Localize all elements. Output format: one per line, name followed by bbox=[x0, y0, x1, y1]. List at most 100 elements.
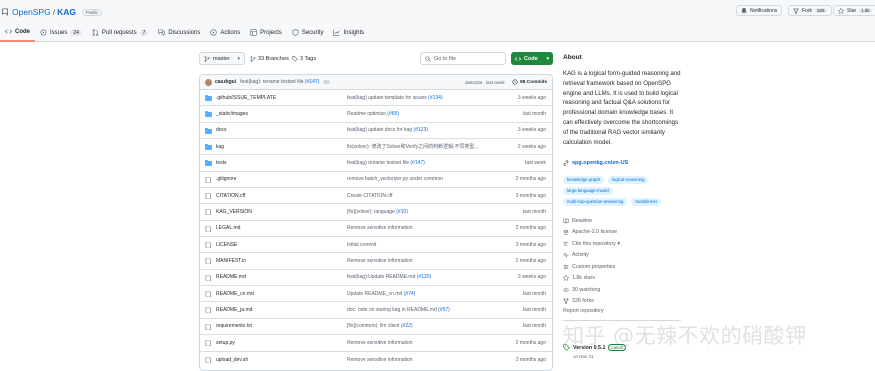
file-commit-message[interactable]: feat(kag) update docs for kag (#123) bbox=[347, 127, 497, 133]
file-commit-message[interactable]: doc: note on staring kag in README.md (#… bbox=[347, 307, 497, 313]
file-commit-message[interactable]: feat(kag) rename testset file (#147) bbox=[347, 160, 497, 166]
star-button[interactable]: Star 1.8k bbox=[833, 5, 875, 16]
repo-meta-item[interactable]: Cite this repository ▾ bbox=[563, 238, 681, 250]
branch-select[interactable]: master ▾ bbox=[199, 52, 245, 65]
file-commit-time: last month bbox=[522, 323, 546, 330]
file-commit-message[interactable]: Readme optimize (#65) bbox=[347, 111, 497, 117]
file-commit-pr-link[interactable]: (#74) bbox=[404, 291, 416, 297]
avatar[interactable] bbox=[205, 78, 212, 86]
commit-hash[interactable]: da6232e bbox=[465, 80, 483, 85]
repo-owner-link[interactable]: OpenSPG bbox=[12, 7, 51, 17]
go-to-file-input[interactable]: Go to file bbox=[420, 52, 506, 65]
commit-message[interactable]: feat(kag): rename testset file (#147) bbox=[240, 79, 319, 85]
file-commit-pr-link[interactable]: (#10) bbox=[396, 209, 408, 215]
release-item[interactable]: Version 0.5.1 Latest bbox=[563, 344, 627, 351]
report-repository-link[interactable]: Report repository bbox=[563, 308, 604, 314]
file-icon bbox=[205, 307, 211, 314]
file-commit-pr-link[interactable]: (#57) bbox=[438, 307, 450, 313]
file-commit-time: last month bbox=[522, 307, 546, 314]
file-commit-message[interactable]: [fix](solver): language (#10) bbox=[347, 209, 497, 215]
repo-meta-item[interactable]: Custom properties bbox=[563, 261, 681, 273]
tab-discussions[interactable]: Discussions bbox=[153, 25, 205, 40]
topic-tag[interactable]: multi-hop-question-answering bbox=[563, 198, 628, 206]
topic-tag[interactable]: logical-reasoning bbox=[607, 176, 649, 184]
file-commit-message[interactable]: Initial commit bbox=[347, 242, 497, 248]
tab-security[interactable]: Security bbox=[287, 25, 329, 40]
file-commit-message[interactable]: [fix](common): llm client (#22) bbox=[347, 323, 497, 329]
branches-link[interactable]: 33 Branches bbox=[250, 52, 289, 65]
file-commit-message[interactable]: fix(solver): 修改了Solver和Verify之间的判断逻辑,不同类… bbox=[347, 143, 497, 150]
topic-tag[interactable]: trustfulness bbox=[631, 198, 662, 206]
commit-author[interactable]: caszkgui bbox=[215, 79, 236, 85]
file-commit-text: fix(solver): 修改了Solver和Verify之间的判断逻辑,不同类… bbox=[347, 144, 479, 151]
file-name-link[interactable]: CITATION.cff bbox=[216, 193, 245, 199]
file-commit-pr-link[interactable]: (#147) bbox=[410, 160, 424, 166]
code-dropdown-button[interactable]: Code ▾ bbox=[511, 52, 553, 65]
tab-actions[interactable]: Actions bbox=[205, 25, 245, 40]
file-name-link[interactable]: README_cn.md bbox=[216, 291, 254, 297]
repo-meta-item[interactable]: 1.8k stars bbox=[563, 273, 681, 285]
tab-pull-requests[interactable]: Pull requests 7 bbox=[87, 25, 153, 40]
commit-pr-link[interactable]: (#147) bbox=[305, 79, 319, 85]
file-name-link[interactable]: KAG_VERSION bbox=[216, 209, 252, 215]
file-name-link[interactable]: README_ja.md bbox=[216, 307, 252, 313]
file-name-link[interactable]: .gitignore bbox=[216, 176, 237, 182]
branch-icon bbox=[250, 55, 256, 62]
tag-icon bbox=[292, 55, 298, 62]
file-icon bbox=[205, 242, 211, 249]
tab-code[interactable]: Code bbox=[0, 25, 35, 42]
repo-meta-item[interactable]: 30 watching bbox=[563, 284, 681, 296]
file-name-link[interactable]: docs bbox=[216, 127, 227, 133]
file-name-link[interactable]: _static/images bbox=[216, 111, 248, 117]
notifications-button[interactable]: Notifications bbox=[736, 5, 783, 16]
file-name-link[interactable]: README.md bbox=[216, 274, 246, 280]
repo-meta-item[interactable]: 326 forks bbox=[563, 296, 681, 308]
file-commit-pr-link[interactable]: (#134) bbox=[428, 95, 442, 101]
file-name-link[interactable]: upload_dev.sh bbox=[216, 357, 248, 363]
file-commit-pr-link[interactable]: (#22) bbox=[401, 323, 413, 329]
file-commit-message[interactable]: Remove sensitive information bbox=[347, 357, 497, 363]
chevron-down-icon: ▾ bbox=[237, 55, 240, 62]
tags-link[interactable]: 3 Tags bbox=[292, 52, 316, 65]
table-icon bbox=[250, 29, 257, 36]
fork-button[interactable]: Fork 326 bbox=[788, 5, 832, 16]
tab-issues[interactable]: Issues 24 bbox=[35, 25, 87, 40]
file-row: docs feat(kag) update docs for kag (#123)… bbox=[200, 123, 552, 140]
topic-tag[interactable]: large-language-model bbox=[563, 187, 613, 195]
file-commit-pr-link[interactable]: (#65) bbox=[387, 111, 399, 117]
repo-name-link[interactable]: KAG bbox=[57, 7, 76, 17]
chevron-down-icon: ▾ bbox=[546, 55, 549, 62]
tab-label: Pull requests bbox=[101, 29, 137, 36]
file-name-link[interactable]: kag bbox=[216, 144, 224, 150]
repo-meta-item[interactable]: Activity bbox=[563, 250, 681, 262]
file-icon bbox=[205, 209, 211, 216]
file-commit-message[interactable]: Remove sensitive information bbox=[347, 258, 497, 264]
file-commit-message[interactable]: Update README_cn.md (#74) bbox=[347, 291, 497, 297]
file-name-link[interactable]: LEGAL.md bbox=[216, 225, 240, 231]
file-commit-message[interactable]: Remove sensitive information bbox=[347, 225, 497, 231]
file-name-link[interactable]: .github/ISSUE_TEMPLATE bbox=[216, 95, 276, 101]
repo-meta-item[interactable]: Readme bbox=[563, 215, 681, 227]
file-commit-pr-link[interactable]: (#120) bbox=[417, 274, 431, 280]
file-commit-message[interactable]: remove batch_vectorizer.py under common bbox=[347, 176, 497, 182]
file-commit-text: Readme optimize bbox=[347, 111, 386, 118]
file-name-link[interactable]: tests bbox=[216, 160, 227, 166]
file-commit-message[interactable]: feat(kag):Update README.md (#120) bbox=[347, 274, 497, 280]
tab-projects[interactable]: Projects bbox=[245, 25, 287, 40]
file-commit-message[interactable]: Create CITATION.cff bbox=[347, 193, 497, 199]
file-name-link[interactable]: requirements.txt bbox=[216, 323, 252, 329]
file-commit-time: 2 months ago bbox=[515, 225, 546, 232]
file-commit-text: Create CITATION.cff bbox=[347, 192, 393, 199]
commits-link[interactable]: 98 Commits bbox=[512, 79, 547, 85]
homepage-link[interactable]: spg.openkg.cn/en-US bbox=[563, 160, 628, 166]
topic-tag[interactable]: knowledge-graph bbox=[563, 176, 604, 184]
ellipsis-icon[interactable] bbox=[323, 80, 331, 84]
repo-meta-item[interactable]: Apache-2.0 license bbox=[563, 227, 681, 239]
tab-insights[interactable]: Insights bbox=[328, 25, 369, 40]
file-name-link[interactable]: LICENSE bbox=[216, 242, 237, 248]
file-commit-message[interactable]: Remove sensitive information bbox=[347, 340, 497, 346]
file-name-link[interactable]: setup.py bbox=[216, 340, 235, 346]
file-commit-message[interactable]: feat(kag) update template for issues (#1… bbox=[347, 95, 497, 101]
file-commit-pr-link[interactable]: (#123) bbox=[413, 127, 427, 133]
file-name-link[interactable]: MANIFEST.in bbox=[216, 258, 246, 264]
